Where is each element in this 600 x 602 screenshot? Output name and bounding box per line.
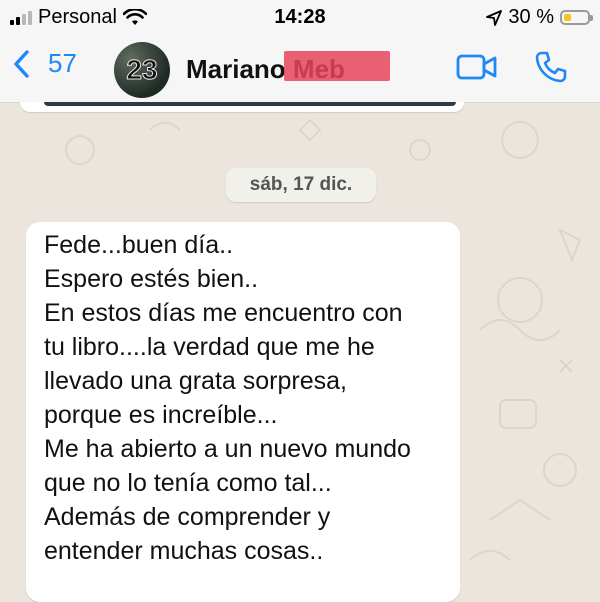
unread-count: 57 [48,48,77,78]
date-separator: sáb, 17 dic. [226,168,376,202]
back-button[interactable]: 57 [12,48,77,79]
location-arrow-icon [486,9,503,26]
message-line: entender muchas cosas.. [44,537,324,565]
message-text: Fede...buen día.. Espero estés bien.. En e… [44,228,454,568]
message-line: tu libro....la verdad que me he [44,333,375,361]
chevron-left-icon [14,49,29,78]
message-line: Me ha abierto a un nuevo mundo [44,435,411,463]
voice-call-button[interactable] [534,50,568,89]
previous-message-image [44,102,456,106]
phone-icon [535,51,567,83]
message-line: porque es increíble... [44,401,278,429]
video-camera-icon [456,54,497,80]
video-call-button[interactable] [456,52,498,87]
status-bar: Personal 14:28 30 % [0,0,600,36]
message-line: Fede...buen día.. [44,231,234,259]
message-line: Además de comprender y [44,503,331,531]
battery-percent: 30 % [508,6,554,28]
message-line: que no lo tenía como tal... [44,469,332,497]
redaction-mark [284,51,390,81]
contact-avatar[interactable]: 23 [114,42,170,98]
battery-level [564,14,571,21]
battery-icon [560,10,593,25]
previous-message-bubble[interactable] [20,102,464,112]
message-line: En estos días me encuentro con [44,299,403,327]
message-bubble[interactable]: Fede...buen día.. Espero estés bien.. En e… [26,222,460,602]
chat-header: 57 23 Mariano Meb [0,36,600,103]
message-line: Espero estés bien.. [44,265,259,293]
message-line: llevado una grata sorpresa, [44,367,347,395]
avatar-number: 23 [126,54,158,86]
